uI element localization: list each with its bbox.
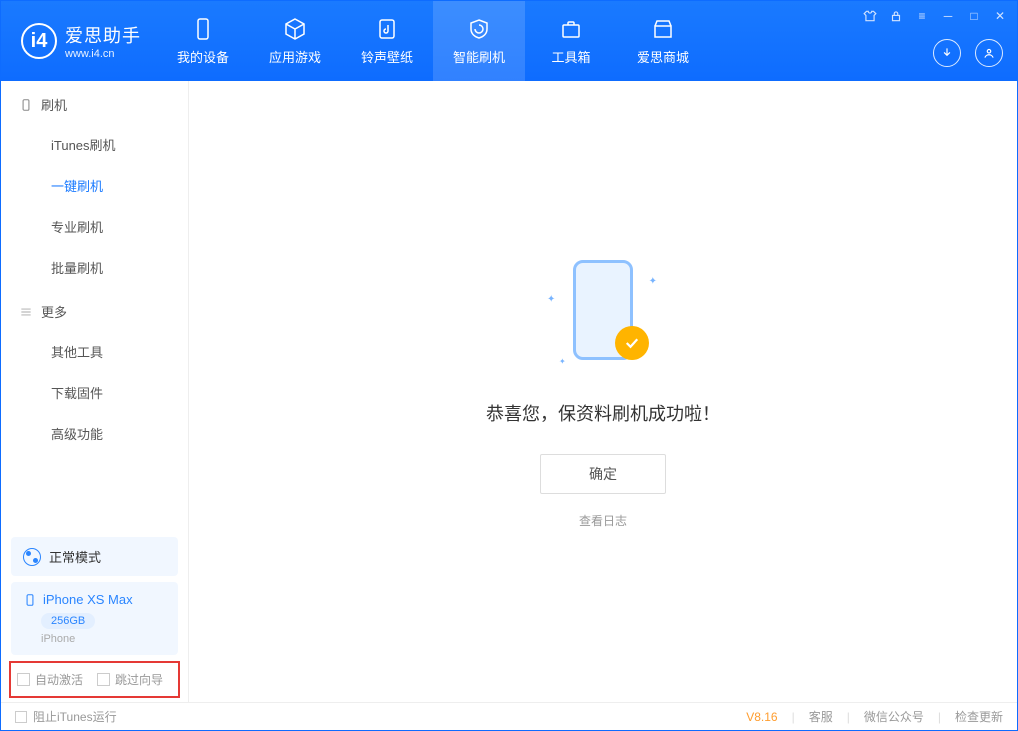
app-window: i4 爱思助手 www.i4.cn 我的设备 应用游戏 铃声壁纸 智能刷机 [0, 0, 1018, 731]
ok-button[interactable]: 确定 [540, 454, 666, 494]
music-file-icon [375, 17, 399, 41]
sparkle-icon: ✦ [547, 294, 555, 305]
sidebar-item-other-tools[interactable]: 其他工具 [1, 331, 188, 372]
cube-icon [283, 17, 307, 41]
app-url: www.i4.cn [65, 48, 141, 60]
link-customer-service[interactable]: 客服 [809, 708, 833, 725]
success-illustration: ✦ ✦ ✦ [543, 254, 663, 374]
app-title: 爱思助手 [65, 22, 141, 48]
sidebar: 刷机 iTunes刷机 一键刷机 专业刷机 批量刷机 更多 其他工具 下载固件 … [1, 81, 189, 702]
device-box[interactable]: iPhone XS Max 256GB iPhone [11, 582, 178, 655]
device-name: iPhone XS Max [43, 592, 133, 607]
sidebar-item-pro-flash[interactable]: 专业刷机 [1, 206, 188, 247]
link-wechat[interactable]: 微信公众号 [864, 708, 924, 725]
download-button[interactable] [933, 39, 961, 67]
tab-smart-flash[interactable]: 智能刷机 [433, 1, 525, 81]
tab-ringtone-wallpaper[interactable]: 铃声壁纸 [341, 1, 433, 81]
sidebar-item-itunes-flash[interactable]: iTunes刷机 [1, 124, 188, 165]
maximize-button[interactable]: □ [965, 7, 983, 25]
sidebar-section-flash: 刷机 [1, 81, 188, 124]
phone-icon [191, 17, 215, 41]
separator: | [938, 710, 941, 724]
sidebar-item-advanced[interactable]: 高级功能 [1, 413, 188, 454]
tab-label: 智能刷机 [453, 47, 505, 66]
tab-label: 爱思商城 [637, 47, 689, 66]
checkbox-icon [97, 673, 110, 686]
tab-label: 铃声壁纸 [361, 47, 413, 66]
checkbox-skip-guide[interactable]: 跳过向导 [97, 671, 163, 688]
mode-icon [23, 548, 41, 566]
tab-toolbox[interactable]: 工具箱 [525, 1, 617, 81]
checkbox-block-itunes[interactable]: 阻止iTunes运行 [15, 708, 117, 725]
logo-area: i4 爱思助手 www.i4.cn [1, 22, 157, 60]
mode-label: 正常模式 [49, 547, 101, 566]
tab-label: 应用游戏 [269, 47, 321, 66]
lock-icon[interactable] [887, 7, 905, 25]
highlight-checkbox-row: 自动激活 跳过向导 [9, 661, 180, 698]
toolbox-icon [559, 17, 583, 41]
statusbar-left: 阻止iTunes运行 [15, 708, 117, 725]
separator: | [847, 710, 850, 724]
app-logo-icon: i4 [21, 23, 57, 59]
tab-apps-games[interactable]: 应用游戏 [249, 1, 341, 81]
refresh-shield-icon [467, 17, 491, 41]
mode-box[interactable]: 正常模式 [11, 537, 178, 576]
separator: | [792, 710, 795, 724]
view-log-link[interactable]: 查看日志 [579, 512, 627, 529]
device-icon [19, 98, 33, 112]
header-tabs: 我的设备 应用游戏 铃声壁纸 智能刷机 工具箱 爱思商城 [157, 1, 709, 81]
tshirt-icon[interactable] [861, 7, 879, 25]
version-label: V8.16 [746, 710, 777, 724]
device-storage: 256GB [41, 613, 95, 629]
close-button[interactable]: ✕ [991, 7, 1009, 25]
section-title: 更多 [41, 302, 67, 321]
sidebar-item-oneclick-flash[interactable]: 一键刷机 [1, 165, 188, 206]
device-type: iPhone [41, 633, 166, 645]
link-check-update[interactable]: 检查更新 [955, 708, 1003, 725]
success-message: 恭喜您，保资料刷机成功啦！ [486, 400, 720, 426]
statusbar-right: V8.16 | 客服 | 微信公众号 | 检查更新 [746, 708, 1003, 725]
checkbox-auto-activate[interactable]: 自动激活 [17, 671, 83, 688]
sidebar-item-batch-flash[interactable]: 批量刷机 [1, 247, 188, 288]
titlebar: i4 爱思助手 www.i4.cn 我的设备 应用游戏 铃声壁纸 智能刷机 [1, 1, 1017, 81]
sidebar-item-download-firmware[interactable]: 下载固件 [1, 372, 188, 413]
store-icon [651, 17, 675, 41]
sparkle-icon: ✦ [559, 357, 566, 366]
menu-icon[interactable]: ≡ [913, 7, 931, 25]
list-icon [19, 305, 33, 319]
checkbox-label: 跳过向导 [115, 671, 163, 688]
sidebar-footer: 正常模式 iPhone XS Max 256GB iPhone 自动激活 [1, 531, 188, 702]
phone-icon [23, 593, 37, 607]
checkbox-label: 自动激活 [35, 671, 83, 688]
tab-label: 我的设备 [177, 47, 229, 66]
section-title: 刷机 [41, 95, 67, 114]
logo-text: 爱思助手 www.i4.cn [65, 22, 141, 60]
sidebar-section-more: 更多 [1, 288, 188, 331]
checkbox-icon [15, 711, 27, 723]
checkbox-label: 阻止iTunes运行 [33, 708, 117, 725]
tab-store[interactable]: 爱思商城 [617, 1, 709, 81]
tab-my-device[interactable]: 我的设备 [157, 1, 249, 81]
window-controls: ≡ ─ □ ✕ [861, 7, 1009, 25]
user-button[interactable] [975, 39, 1003, 67]
sparkle-icon: ✦ [649, 276, 657, 287]
device-name-row: iPhone XS Max [23, 592, 166, 607]
check-badge-icon [615, 326, 649, 360]
minimize-button[interactable]: ─ [939, 7, 957, 25]
body: 刷机 iTunes刷机 一键刷机 专业刷机 批量刷机 更多 其他工具 下载固件 … [1, 81, 1017, 702]
checkbox-icon [17, 673, 30, 686]
statusbar: 阻止iTunes运行 V8.16 | 客服 | 微信公众号 | 检查更新 [1, 702, 1017, 730]
main-content: ✦ ✦ ✦ 恭喜您，保资料刷机成功啦！ 确定 查看日志 [189, 81, 1017, 702]
header-action-circles [933, 39, 1003, 67]
tab-label: 工具箱 [551, 47, 590, 66]
